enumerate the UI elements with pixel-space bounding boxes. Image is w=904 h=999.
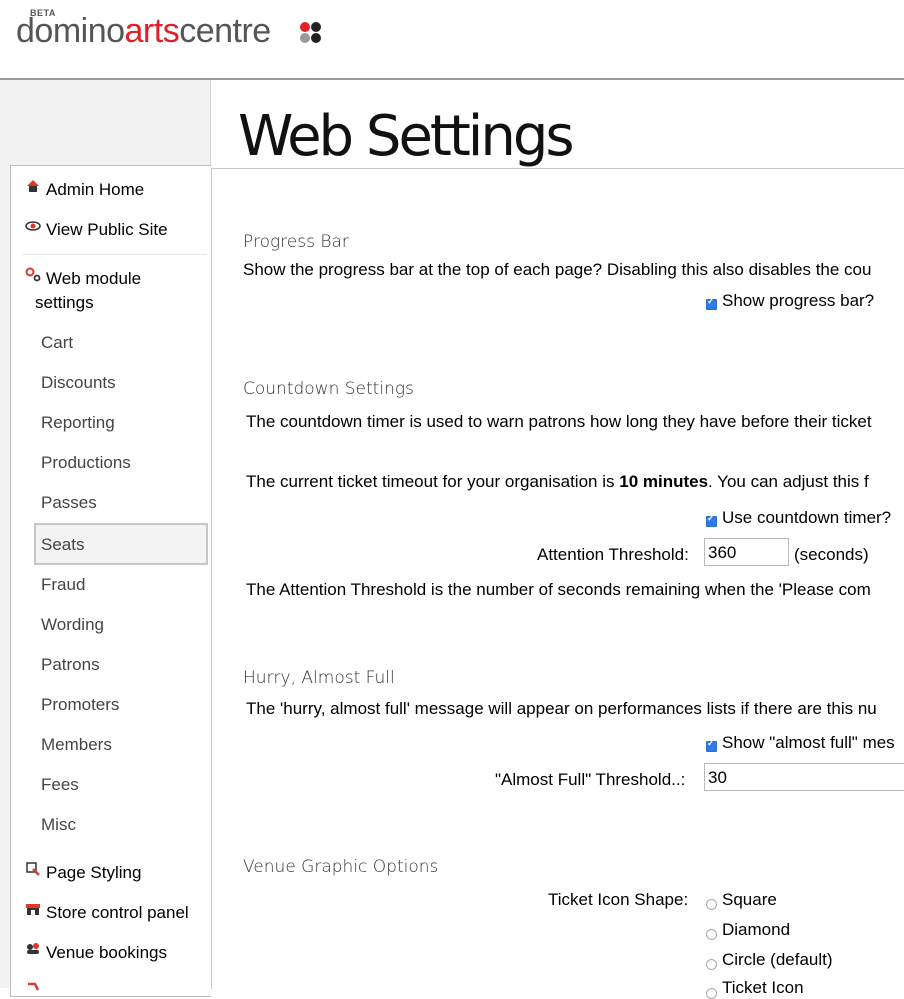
show-almost-full-checkbox[interactable] <box>706 738 717 752</box>
sidebar-item-web-module-cont[interactable]: settings <box>35 293 94 313</box>
progress-bar-description: Show the progress bar at the top of each… <box>243 260 872 279</box>
sidebar-subitem-members[interactable]: Members <box>41 735 112 755</box>
radio-diamond[interactable] <box>706 929 717 940</box>
sidebar: Admin Home View Public Site Web module s… <box>10 165 211 997</box>
section-heading-hurry: Hurry, Almost Full <box>243 668 395 688</box>
sidebar-subitem-productions[interactable]: Productions <box>41 453 131 473</box>
show-progress-bar-checkbox[interactable] <box>706 296 717 310</box>
attention-threshold-unit: (seconds) <box>794 545 869 564</box>
eye-icon <box>25 221 41 231</box>
sidebar-subitem-misc[interactable]: Misc <box>41 815 76 835</box>
hurry-description: The 'hurry, almost full' message will ap… <box>246 699 877 718</box>
people-icon <box>27 943 39 954</box>
header-bar: BETA dominoartscentre <box>0 0 904 80</box>
almost-full-threshold-input[interactable]: 30 <box>704 763 904 791</box>
sidebar-item-page-styling[interactable]: Page Styling <box>46 863 141 883</box>
sidebar-subitem-seats[interactable]: Seats <box>41 535 84 555</box>
radio-square-label: Square <box>722 890 777 909</box>
store-icon <box>26 904 40 915</box>
section-heading-venue-graphic: Venue Graphic Options <box>243 857 439 877</box>
logo[interactable]: dominoartscentre <box>16 12 271 51</box>
sidebar-subitem-wording[interactable]: Wording <box>41 615 104 635</box>
partial-icon <box>28 982 40 991</box>
radio-ticket-icon[interactable] <box>706 988 717 999</box>
attention-threshold-description: The Attention Threshold is the number of… <box>246 580 871 599</box>
show-almost-full-label: Show "almost full" mes <box>722 733 895 752</box>
sidebar-subitem-cart[interactable]: Cart <box>41 333 73 353</box>
sidebar-item-venue-bookings[interactable]: Venue bookings <box>46 943 167 963</box>
sidebar-subitem-reporting[interactable]: Reporting <box>41 413 115 433</box>
section-heading-countdown: Countdown Settings <box>243 379 414 399</box>
sidebar-item-admin-home[interactable]: Admin Home <box>46 180 144 200</box>
countdown-description: The countdown timer is used to warn patr… <box>246 412 872 431</box>
radio-diamond-label: Diamond <box>722 920 791 939</box>
sidebar-subitem-fraud[interactable]: Fraud <box>41 575 85 595</box>
radio-circle-label: Circle (default) <box>722 950 833 969</box>
sidebar-divider <box>23 254 207 255</box>
sidebar-subitem-promoters[interactable]: Promoters <box>41 695 119 715</box>
sidebar-item-web-module[interactable]: Web module <box>46 269 141 289</box>
show-progress-bar-label: Show progress bar? <box>722 291 875 310</box>
radio-circle[interactable] <box>706 959 717 970</box>
gears-icon <box>25 267 41 282</box>
radio-ticket-icon-label: Ticket Icon <box>722 978 804 997</box>
attention-threshold-label: Attention Threshold: <box>537 545 689 564</box>
use-countdown-timer-checkbox[interactable] <box>706 513 717 527</box>
almost-full-threshold-label: "Almost Full" Threshold..: <box>495 770 686 789</box>
sidebar-subitem-discounts[interactable]: Discounts <box>41 373 116 393</box>
home-icon <box>27 180 39 192</box>
radio-square[interactable] <box>706 899 717 910</box>
use-countdown-timer-label: Use countdown timer? <box>722 508 892 527</box>
section-heading-progress-bar: Progress Bar <box>243 232 349 252</box>
ticket-timeout-text: The current ticket timeout for your orga… <box>246 472 869 491</box>
page-title: Web Settings <box>238 104 575 169</box>
sidebar-item-view-public-site[interactable]: View Public Site <box>46 220 168 240</box>
ticket-icon-shape-label: Ticket Icon Shape: <box>548 890 689 909</box>
sidebar-subitem-fees[interactable]: Fees <box>41 775 79 795</box>
sidebar-subitem-patrons[interactable]: Patrons <box>41 655 100 675</box>
attention-threshold-input[interactable]: 360 <box>704 538 789 566</box>
paintbrush-icon <box>26 862 40 876</box>
sidebar-item-store-control-panel[interactable]: Store control panel <box>46 903 189 923</box>
logo-dots-icon <box>300 22 322 44</box>
main-content: Progress Bar Show the progress bar at th… <box>211 168 904 999</box>
sidebar-subitem-passes[interactable]: Passes <box>41 493 97 513</box>
